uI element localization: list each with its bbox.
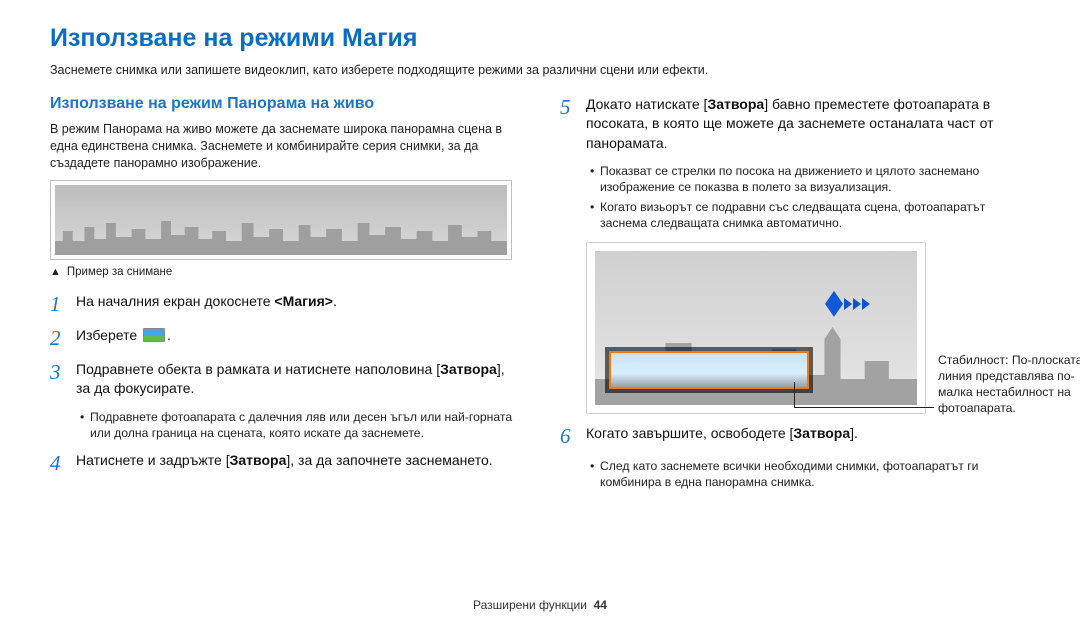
step-bold: Затвора bbox=[793, 425, 850, 441]
step-text: . bbox=[167, 327, 171, 343]
step-text: Подравнете обекта в рамката и натиснете … bbox=[76, 361, 440, 377]
content-columns: Използване на режим Панорама на живо В р… bbox=[50, 95, 1030, 501]
step-number: 4 bbox=[50, 451, 76, 475]
step-bold: Затвора bbox=[230, 452, 287, 468]
page-intro: Заснемете снимка или запишете видеоклип,… bbox=[50, 63, 1030, 77]
panorama-example-image bbox=[50, 180, 512, 260]
step-6-notes: След като заснемете всички необходими сн… bbox=[590, 458, 1030, 491]
preview-figure-wrap: Стабилност: По-плоската линия представля… bbox=[560, 242, 1030, 414]
step-number: 5 bbox=[560, 95, 586, 153]
step-text: . bbox=[333, 293, 337, 309]
step-number: 3 bbox=[50, 360, 76, 399]
step-text: На началния екран докоснете bbox=[76, 293, 274, 309]
page-title: Използване на режими Магия bbox=[50, 24, 1030, 53]
footer-section: Разширени функции bbox=[473, 598, 587, 612]
step-text: ]. bbox=[850, 425, 858, 441]
right-column: 5 Докато натискате [Затвора] бавно преме… bbox=[560, 95, 1030, 501]
callout-leader-line bbox=[794, 382, 934, 408]
direction-arrow-icon bbox=[825, 291, 870, 317]
left-column: Използване на режим Панорама на живо В р… bbox=[50, 95, 514, 501]
step-number: 6 bbox=[560, 424, 586, 448]
step-bold: <Магия> bbox=[274, 293, 333, 309]
page-footer: Разширени функции 44 bbox=[0, 598, 1080, 612]
step-6: 6 Когато завършите, освободете [Затвора]… bbox=[560, 424, 1030, 448]
bullet: Показват се стрелки по посока на движени… bbox=[590, 163, 1030, 196]
step-text: ], за да започнете заснемането. bbox=[286, 452, 492, 468]
step-3: 3 Подравнете обекта в рамката и натиснет… bbox=[50, 360, 514, 399]
step-3-notes: Подравнете фотоапарата с далечния ляв ил… bbox=[80, 409, 514, 442]
stability-callout: Стабилност: По-плоската линия представля… bbox=[938, 352, 1080, 416]
bullet: Подравнете фотоапарата с далечния ляв ил… bbox=[80, 409, 514, 442]
bullet: След като заснемете всички необходими сн… bbox=[590, 458, 1030, 491]
step-1: 1 На началния екран докоснете <Магия>. bbox=[50, 292, 514, 316]
step-text: Натиснете и задръжте [ bbox=[76, 452, 230, 468]
step-4: 4 Натиснете и задръжте [Затвора], за да … bbox=[50, 451, 514, 475]
capture-strip-frame bbox=[609, 351, 809, 389]
step-2: 2 Изберете . bbox=[50, 326, 514, 350]
step-number: 1 bbox=[50, 292, 76, 316]
step-bold: Затвора bbox=[707, 96, 764, 112]
step-text: Докато натискате [ bbox=[586, 96, 707, 112]
example-caption: Пример за снимане bbox=[50, 266, 514, 278]
panorama-mode-icon bbox=[143, 328, 165, 342]
step-number: 2 bbox=[50, 326, 76, 350]
step-5: 5 Докато натискате [Затвора] бавно преме… bbox=[560, 95, 1030, 153]
step-bold: Затвора bbox=[440, 361, 497, 377]
step-5-notes: Показват се стрелки по посока на движени… bbox=[590, 163, 1030, 232]
bullet: Когато визьорът се подравни със следваща… bbox=[590, 199, 1030, 232]
step-text: Когато завършите, освободете [ bbox=[586, 425, 793, 441]
footer-page-number: 44 bbox=[594, 598, 607, 612]
section-intro: В режим Панорама на живо можете да засне… bbox=[50, 121, 514, 172]
section-heading: Използване на режим Панорама на живо bbox=[50, 95, 514, 113]
step-text: Изберете bbox=[76, 327, 141, 343]
